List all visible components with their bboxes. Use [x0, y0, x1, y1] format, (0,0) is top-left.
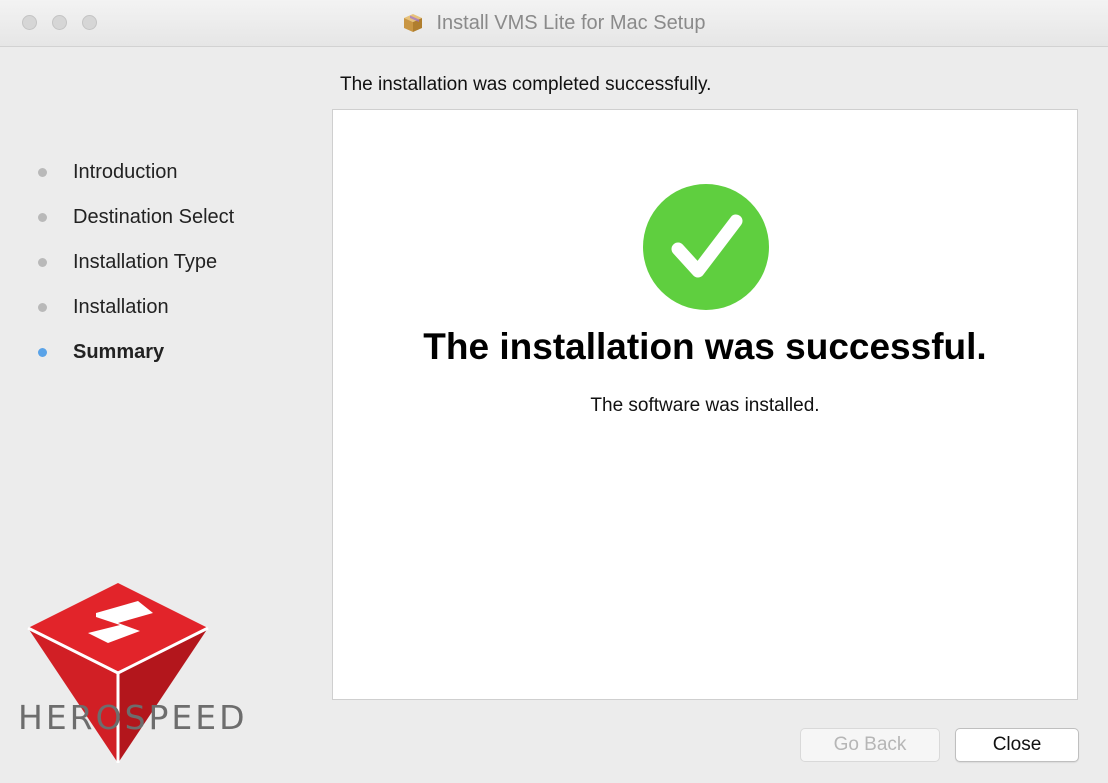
- title-bar[interactable]: Install VMS Lite for Mac Setup: [0, 0, 1108, 47]
- step-dot-icon: [38, 258, 47, 267]
- step-dot-icon: [38, 168, 47, 177]
- brand-logo-text: HEROSPEED: [18, 698, 248, 737]
- herospeed-logo: [27, 583, 209, 763]
- step-installation-type: Installation Type: [38, 240, 234, 285]
- window-title-group: Install VMS Lite for Mac Setup: [0, 0, 1108, 46]
- go-back-button[interactable]: Go Back: [800, 728, 940, 762]
- step-introduction: Introduction: [38, 150, 234, 195]
- step-label: Introduction: [73, 161, 178, 183]
- step-summary: Summary: [38, 330, 234, 375]
- summary-panel: The installation was successful. The sof…: [332, 109, 1078, 700]
- step-dot-icon: [38, 213, 47, 222]
- close-button[interactable]: Close: [955, 728, 1079, 762]
- installer-window: Install VMS Lite for Mac Setup The insta…: [0, 0, 1108, 783]
- step-label: Summary: [73, 341, 165, 363]
- step-label: Installation: [73, 296, 169, 318]
- step-destination-select: Destination Select: [38, 195, 234, 240]
- success-heading: The installation was successful.: [423, 326, 987, 367]
- step-label: Installation Type: [73, 251, 218, 273]
- window-title: Install VMS Lite for Mac Setup: [436, 11, 706, 34]
- success-subtitle: The software was installed.: [590, 395, 820, 416]
- active-step-dot-icon: [38, 348, 47, 357]
- installer-steps: Introduction Destination Select Installa…: [38, 150, 234, 375]
- step-installation: Installation: [38, 285, 234, 330]
- completion-status-text: The installation was completed successfu…: [340, 74, 712, 95]
- package-icon: [404, 14, 423, 32]
- checkmark-success-icon: [643, 184, 769, 310]
- step-dot-icon: [38, 303, 47, 312]
- step-label: Destination Select: [73, 206, 235, 228]
